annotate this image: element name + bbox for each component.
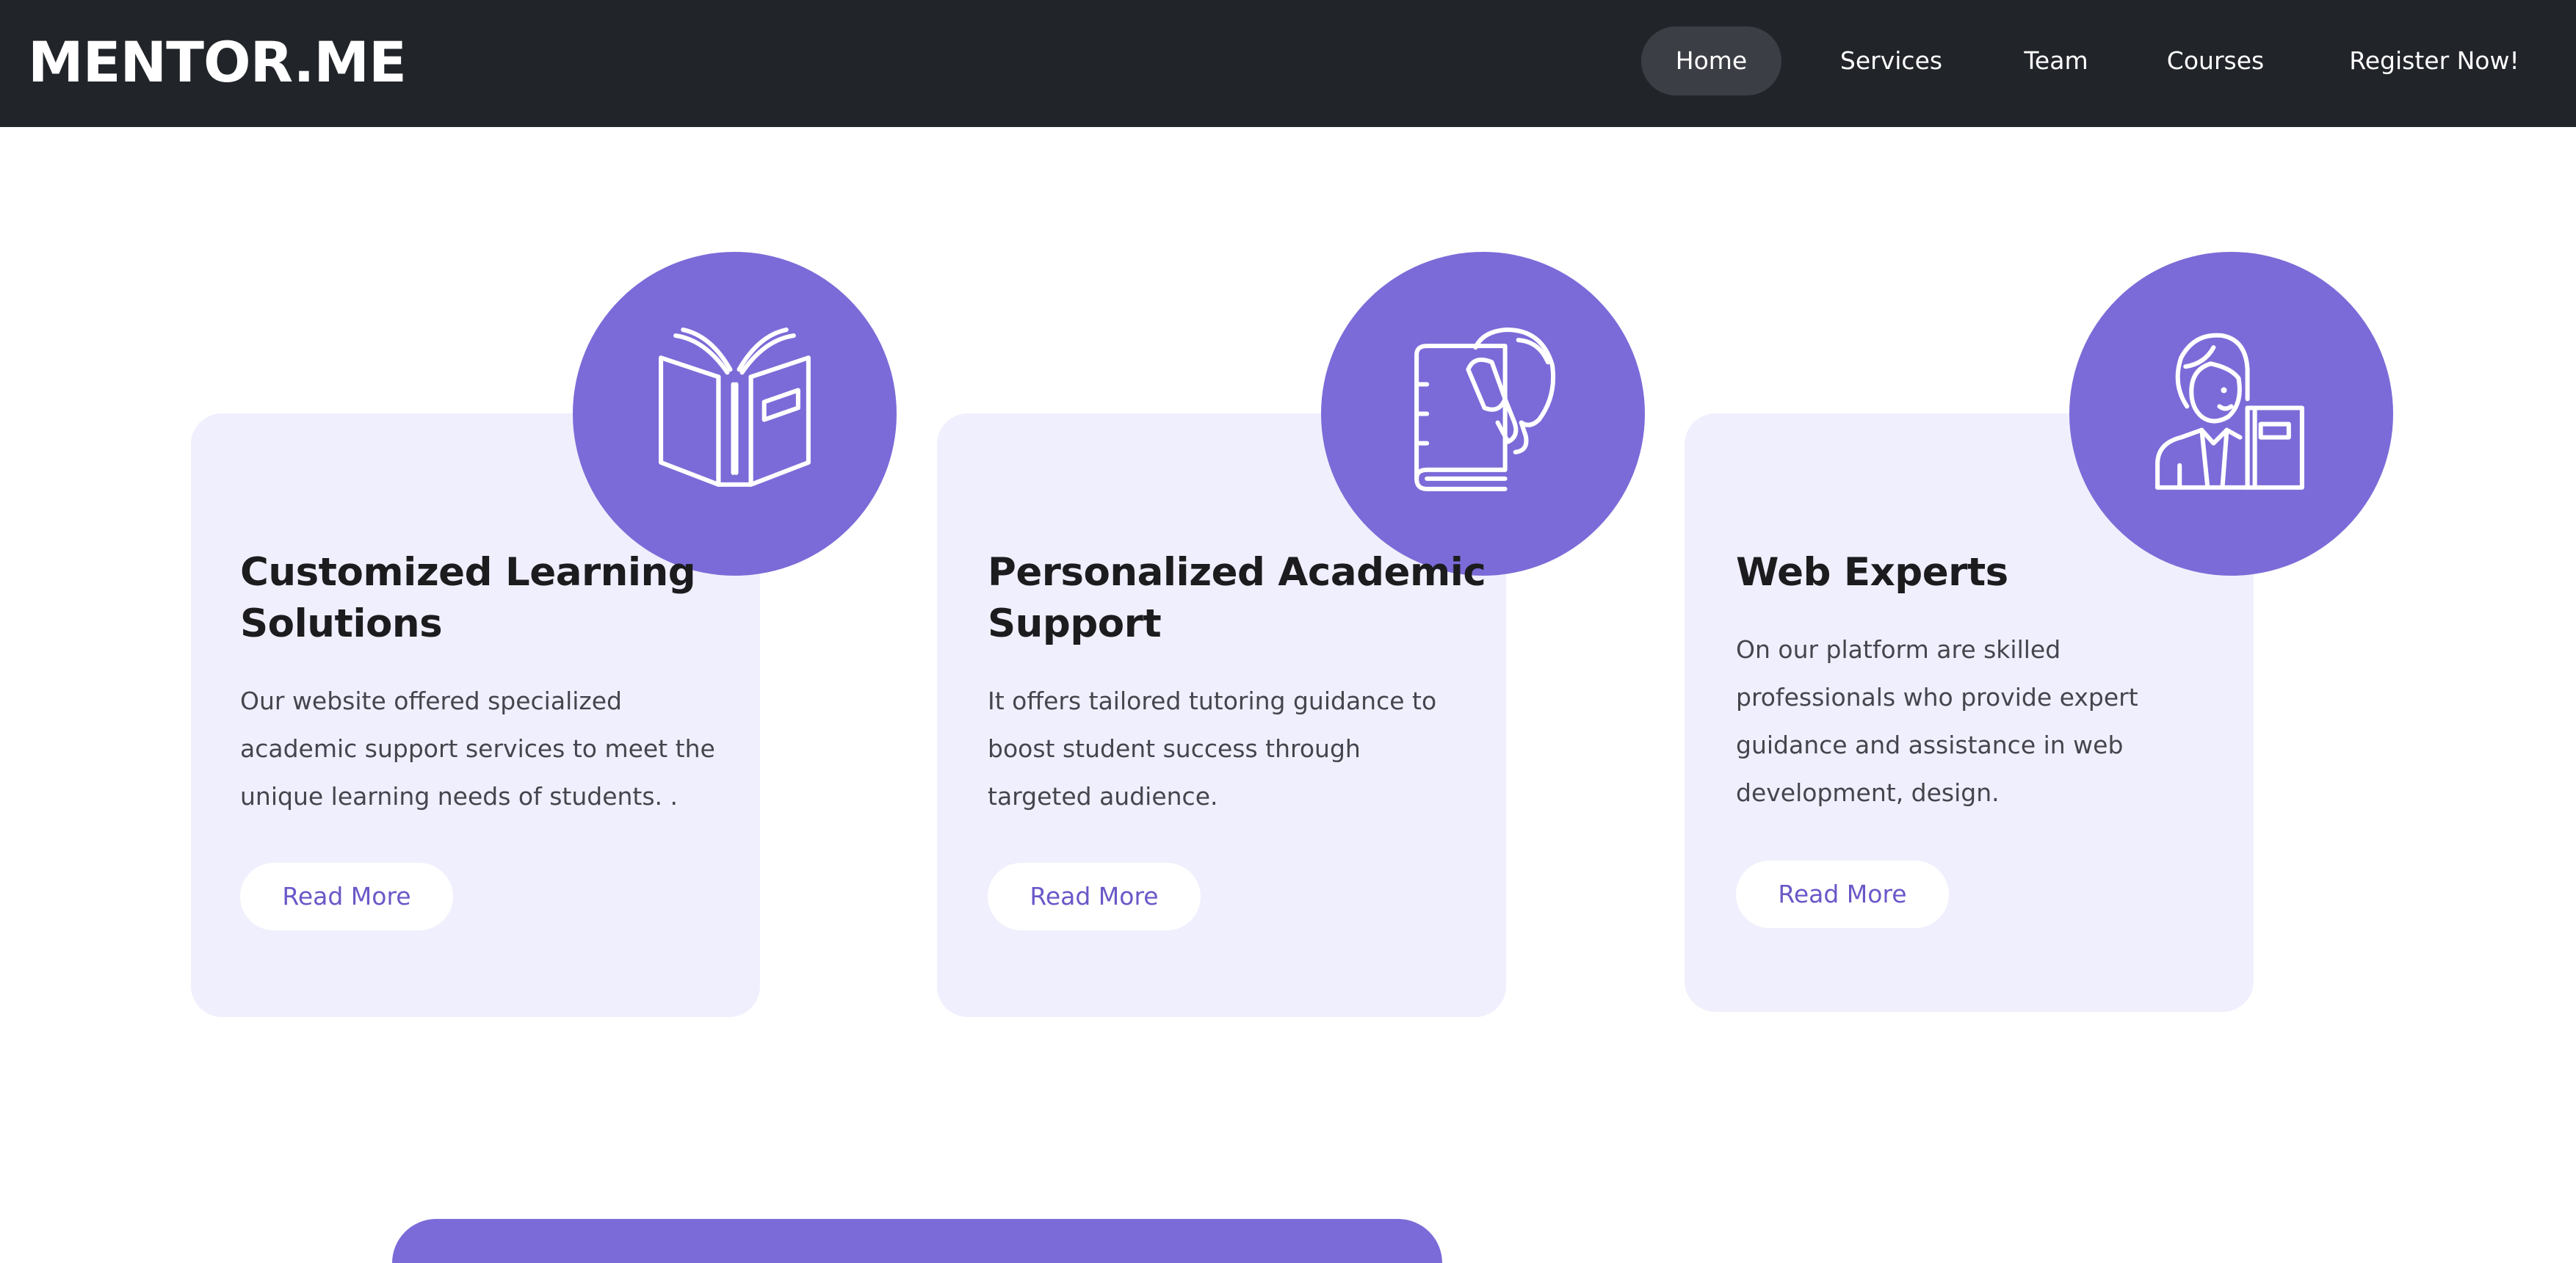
card-3-title-line1: Web Experts xyxy=(1736,550,2008,595)
card-2-text-line: It offers tailored tutoring guidance to xyxy=(988,687,1437,715)
card-2-text-line: boost student success through xyxy=(988,734,1361,763)
card-3-title: Web Experts xyxy=(1736,547,2008,598)
card-3-read-more-button[interactable]: Read More xyxy=(1736,861,1949,928)
card-2-description: It offers tailored tutoring guidance to … xyxy=(988,677,1436,820)
next-section-banner-top xyxy=(392,1219,1442,1263)
card-1-text-line: academic support services to meet the xyxy=(240,734,715,763)
open-book-icon-badge xyxy=(573,252,897,576)
card-1-title: Customized Learning Solutions xyxy=(240,547,696,650)
card-3-text-line: guidance and assistance in web xyxy=(1736,731,2124,759)
card-1-title-line1: Customized Learning xyxy=(240,550,696,595)
card-2-read-more-button[interactable]: Read More xyxy=(988,863,1201,930)
card-3-text-line: development, design. xyxy=(1736,778,2000,807)
card-2-title: Personalized Academic Support xyxy=(988,547,1486,650)
card-2-title-line1: Personalized Academic xyxy=(988,550,1486,595)
card-1-title-line2: Solutions xyxy=(240,601,443,646)
book-hand-icon-badge xyxy=(1321,252,1645,576)
card-1-description: Our website offered specialized academic… xyxy=(240,677,715,820)
open-book-icon xyxy=(659,327,811,487)
nav-courses[interactable]: Courses xyxy=(2143,26,2288,95)
card-3-description: On our platform are skilled professional… xyxy=(1736,626,2138,817)
card-1-read-more-button[interactable]: Read More xyxy=(240,863,453,930)
nav-services[interactable]: Services xyxy=(1812,26,1971,95)
top-navbar: MENTOR.ME Home Services Team Courses Reg… xyxy=(0,0,2576,127)
card-3-text-line: On our platform are skilled xyxy=(1736,635,2061,664)
card-2-title-line2: Support xyxy=(988,601,1162,646)
brand-logo[interactable]: MENTOR.ME xyxy=(28,29,407,95)
teacher-book-icon-badge xyxy=(2069,252,2393,576)
card-1-text-line: unique learning needs of students. . xyxy=(240,782,679,811)
card-3-text-line: professionals who provide expert xyxy=(1736,683,2138,712)
nav-home[interactable]: Home xyxy=(1641,26,1781,95)
card-1-text-line: Our website offered specialized xyxy=(240,687,622,715)
book-hand-icon xyxy=(1414,327,1556,491)
card-2-text-line: targeted audience. xyxy=(988,782,1218,811)
nav-register-now[interactable]: Register Now! xyxy=(2313,26,2555,95)
teacher-book-icon xyxy=(2155,333,2304,490)
nav-team[interactable]: Team xyxy=(1997,26,2115,95)
